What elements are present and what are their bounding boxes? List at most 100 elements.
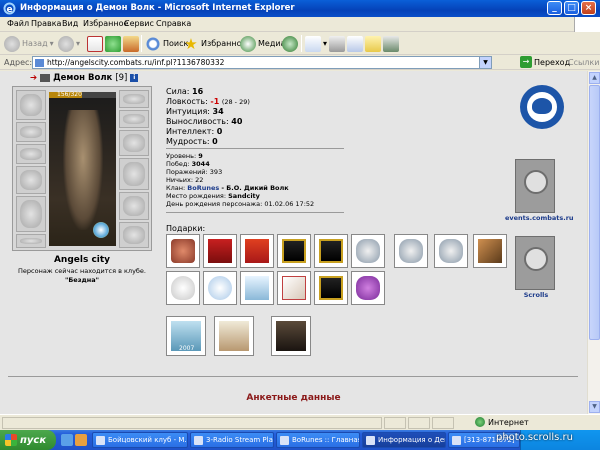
home-button[interactable] [123,34,139,53]
menu-edit[interactable]: Правка [31,19,61,28]
menu-tools[interactable]: Сервис [124,19,154,28]
hp-bar: 156/320 [49,91,116,98]
scrolls-caption[interactable]: Scrolls [515,291,557,299]
amulet-slot[interactable] [16,144,46,164]
player-icon [194,435,203,445]
gift-potions[interactable] [351,271,385,305]
print-icon [329,35,345,52]
history-button[interactable] [282,34,298,53]
info-losses: Поражений: 393 [166,168,223,176]
gift-card-wine[interactable] [214,316,254,356]
gift-figure-3[interactable] [434,234,468,268]
gift-banner-red[interactable] [203,234,237,268]
refresh-button[interactable] [105,34,121,53]
close-button[interactable]: × [581,1,596,15]
gift-snowflake[interactable] [203,271,237,305]
events-caption[interactable]: events.combats.ru [505,214,574,222]
task-fight-club[interactable]: Бойцовский клуб - М... [92,432,188,448]
gift-card-dark[interactable] [271,316,311,356]
ring-slot-2[interactable] [119,110,149,128]
go-label: Переход [534,57,571,67]
menu-file[interactable]: Файл [7,19,29,28]
stat-agility: Ловкость: -1 (28 - 29) [166,97,250,106]
shield-slot[interactable] [119,158,149,190]
start-label: пуск [20,434,47,446]
earrings-slot[interactable] [16,122,46,142]
character-figure [63,110,103,230]
menu-favorites[interactable]: Избранное [83,19,128,28]
links-button[interactable]: Ссылки [568,58,599,67]
pet-icon[interactable] [93,222,109,238]
info-birthday: День рождения персонажа: 01.02.06 17:52 [166,200,315,208]
gift-mug[interactable] [166,234,200,268]
character-portrait: 156/320 [49,91,116,246]
clan-link[interactable]: BoRunes [187,184,219,192]
leggings-slot[interactable] [119,192,149,220]
info-icon[interactable]: i [130,73,139,82]
favorites-button[interactable]: ★ Избранное [183,34,246,53]
vertical-scrollbar[interactable]: ▲ ▼ [587,71,600,414]
events-banner[interactable] [515,159,555,213]
gift-figure-1[interactable] [351,234,385,268]
ring-slot-1[interactable] [119,90,149,108]
menu-view[interactable]: Вид [62,19,78,28]
stop-button[interactable] [87,34,103,53]
media-icon [240,35,256,52]
gift-pennant-2[interactable] [314,234,348,268]
armor-slot[interactable] [16,196,46,232]
gift-banner-dragon[interactable] [240,234,274,268]
combats-logo[interactable] [520,85,564,129]
address-input[interactable]: http://angelscity.combats.ru/inf.pl?1136… [32,56,492,69]
belt-slot[interactable] [16,234,46,248]
back-button[interactable]: Назад ▾ [4,34,54,53]
helmet-slot[interactable] [16,90,46,120]
scroll-down-icon[interactable]: ▼ [589,401,600,413]
globe-icon [475,417,485,427]
search-button[interactable]: Поиск [145,34,188,53]
scroll-up-icon[interactable]: ▲ [589,72,600,84]
messenger-button[interactable] [383,34,399,53]
minimize-button[interactable]: _ [547,1,562,15]
security-zone: Интернет [475,417,529,427]
mail-button[interactable]: ▾ [305,34,327,53]
task-borunes[interactable]: BoRunes :: Главная ... [276,432,360,448]
gift-figure-2[interactable] [394,234,428,268]
scroll-thumb[interactable] [589,85,600,340]
go-button[interactable]: → Переход [520,56,570,68]
gift-pyramid[interactable] [473,234,507,268]
task-radio-player[interactable]: 3-Radio Stream Playe... [190,432,274,448]
print-button[interactable] [329,34,345,53]
maximize-button[interactable]: □ [564,1,579,15]
menu-help[interactable]: Справка [156,19,191,28]
gift-icicle[interactable] [240,271,274,305]
stats-block: Сила: 16 Ловкость: -1 (28 - 29) Интуиция… [166,87,250,147]
task-character-info[interactable]: Информация о Демо... [362,432,446,448]
start-button[interactable]: пуск [0,430,56,450]
dropdown-arrow-icon: ▾ [49,39,54,48]
gift-pennant-1[interactable] [277,234,311,268]
status-bar: Интернет [0,414,600,430]
forward-button[interactable]: ▾ [58,34,80,53]
quicklaunch-folder-icon[interactable] [75,434,87,446]
discuss-button[interactable] [365,34,381,53]
boots-slot[interactable] [119,222,149,248]
gloves-slot[interactable] [119,130,149,156]
quicklaunch-ie-icon[interactable] [61,434,73,446]
scrolls-banner[interactable] [515,236,555,290]
gift-scroll[interactable] [277,271,311,305]
gift-card-2007[interactable]: 2007 [166,316,206,356]
weapon-slot[interactable] [16,166,46,194]
profile-data-heading[interactable]: Анкетные данные [0,393,587,403]
page-icon [35,59,44,67]
private-message-icon[interactable]: ➔ [30,73,37,83]
clan-icon[interactable] [40,73,51,82]
address-dropdown-icon[interactable]: ▼ [479,57,491,68]
edit-page-icon [347,35,363,52]
character-level: [9] [115,73,128,83]
city-name: Angels city [53,255,111,265]
back-arrow-icon [4,35,20,52]
gift-pennant-3[interactable] [314,271,348,305]
media-button[interactable]: Медиа [240,34,285,53]
edit-button[interactable] [347,34,363,53]
gift-mask[interactable] [166,271,200,305]
